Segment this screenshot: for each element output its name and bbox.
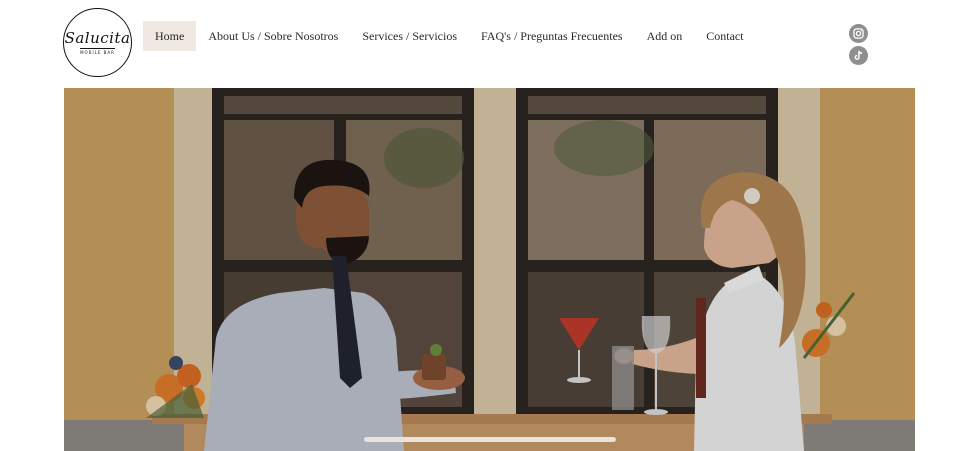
logo-script-text: Salucita <box>64 28 131 47</box>
hero-image <box>64 88 915 451</box>
tiktok-icon[interactable] <box>849 46 868 65</box>
social-links <box>849 24 868 65</box>
nav-item-services[interactable]: Services / Servicios <box>350 21 469 51</box>
main-nav: Home About Us / Sobre Nosotros Services … <box>143 21 756 51</box>
nav-item-add-on[interactable]: Add on <box>635 21 695 51</box>
site-header: Salucita MOBILE BAR Home About Us / Sobr… <box>0 0 980 88</box>
nav-item-about[interactable]: About Us / Sobre Nosotros <box>196 21 350 51</box>
logo-subtext: MOBILE BAR <box>80 47 115 55</box>
instagram-icon[interactable] <box>849 24 868 43</box>
nav-item-faq[interactable]: FAQ's / Preguntas Frecuentes <box>469 21 635 51</box>
slideshow-scrollbar[interactable] <box>364 437 616 442</box>
nav-item-contact[interactable]: Contact <box>694 21 755 51</box>
nav-item-home[interactable]: Home <box>143 21 197 51</box>
hero-photo-illustration <box>64 88 915 451</box>
brand-logo[interactable]: Salucita MOBILE BAR <box>63 8 132 77</box>
